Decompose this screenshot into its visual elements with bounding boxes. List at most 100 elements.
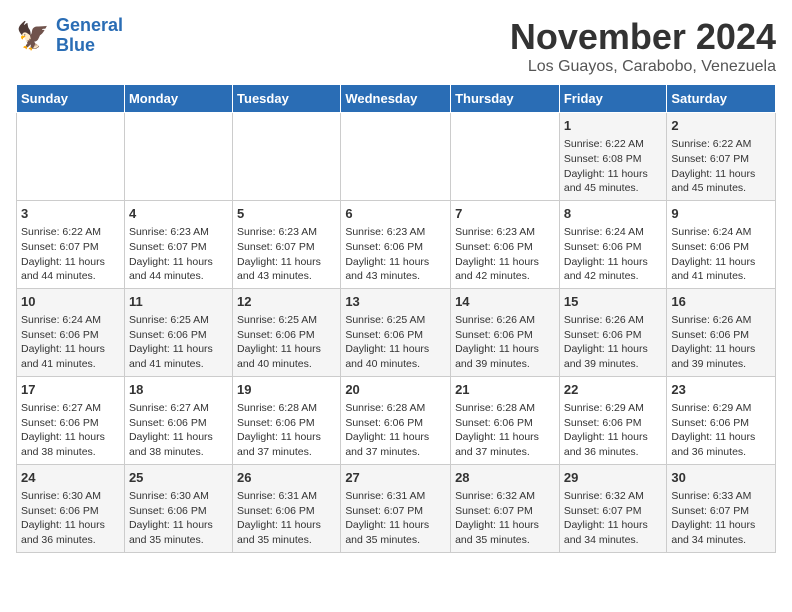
calendar-cell	[341, 113, 451, 201]
calendar-week-4: 17 Sunrise: 6:27 AM Sunset: 6:06 PM Dayli…	[17, 376, 776, 464]
day-number: 12	[237, 293, 336, 311]
day-number: 6	[345, 205, 446, 223]
calendar-cell: 17 Sunrise: 6:27 AM Sunset: 6:06 PM Dayli…	[17, 376, 125, 464]
day-number: 13	[345, 293, 446, 311]
calendar-cell: 2Sunrise: 6:22 AM Sunset: 6:07 PM Daylig…	[667, 113, 776, 201]
day-info: Sunrise: 6:27 AM Sunset: 6:06 PM Dayligh…	[21, 402, 105, 458]
day-number: 21	[455, 381, 555, 399]
day-info: Sunrise: 6:26 AM Sunset: 6:06 PM Dayligh…	[455, 314, 539, 370]
calendar-cell: 27 Sunrise: 6:31 AM Sunset: 6:07 PM Dayli…	[341, 464, 451, 552]
day-number: 11	[129, 293, 228, 311]
day-info: Sunrise: 6:23 AM Sunset: 6:06 PM Dayligh…	[455, 226, 539, 282]
logo-bird-icon: 🦅	[16, 18, 52, 54]
calendar-cell: 18 Sunrise: 6:27 AM Sunset: 6:06 PM Dayli…	[124, 376, 232, 464]
day-info: Sunrise: 6:31 AM Sunset: 6:06 PM Dayligh…	[237, 490, 321, 546]
calendar-cell: 6Sunrise: 6:23 AM Sunset: 6:06 PM Daylig…	[341, 200, 451, 288]
day-number: 17	[21, 381, 120, 399]
day-number: 18	[129, 381, 228, 399]
calendar-cell: 25 Sunrise: 6:30 AM Sunset: 6:06 PM Dayli…	[124, 464, 232, 552]
calendar-cell: 12Sunrise: 6:25 AM Sunset: 6:06 PM Dayli…	[233, 288, 341, 376]
day-number: 3	[21, 205, 120, 223]
calendar-cell: 19Sunrise: 6:28 AM Sunset: 6:06 PM Dayli…	[233, 376, 341, 464]
logo-text: General Blue	[56, 16, 123, 56]
day-info: Sunrise: 6:30 AM Sunset: 6:06 PM Dayligh…	[129, 490, 213, 546]
calendar-cell: 20Sunrise: 6:28 AM Sunset: 6:06 PM Dayli…	[341, 376, 451, 464]
day-number: 7	[455, 205, 555, 223]
day-number: 25	[129, 469, 228, 487]
calendar-week-5: 24 Sunrise: 6:30 AM Sunset: 6:06 PM Dayli…	[17, 464, 776, 552]
day-info: Sunrise: 6:22 AM Sunset: 6:07 PM Dayligh…	[671, 138, 755, 194]
calendar-cell: 28 Sunrise: 6:32 AM Sunset: 6:07 PM Dayli…	[451, 464, 560, 552]
logo-line2: Blue	[56, 35, 95, 55]
day-info: Sunrise: 6:24 AM Sunset: 6:06 PM Dayligh…	[21, 314, 105, 370]
day-info: Sunrise: 6:25 AM Sunset: 6:06 PM Dayligh…	[345, 314, 429, 370]
calendar-title: November 2024	[510, 16, 776, 58]
calendar-cell	[451, 113, 560, 201]
calendar-week-3: 10 Sunrise: 6:24 AM Sunset: 6:06 PM Dayli…	[17, 288, 776, 376]
calendar-body: 1 Sunrise: 6:22 AM Sunset: 6:08 PM Daylig…	[17, 113, 776, 553]
day-info: Sunrise: 6:26 AM Sunset: 6:06 PM Dayligh…	[671, 314, 755, 370]
day-info: Sunrise: 6:24 AM Sunset: 6:06 PM Dayligh…	[564, 226, 648, 282]
calendar-cell: 9 Sunrise: 6:24 AM Sunset: 6:06 PM Daylig…	[667, 200, 776, 288]
day-number: 9	[671, 205, 771, 223]
calendar-cell: 10 Sunrise: 6:24 AM Sunset: 6:06 PM Dayli…	[17, 288, 125, 376]
logo-line1: General	[56, 15, 123, 35]
calendar-week-1: 1 Sunrise: 6:22 AM Sunset: 6:08 PM Daylig…	[17, 113, 776, 201]
calendar-cell: 13 Sunrise: 6:25 AM Sunset: 6:06 PM Dayli…	[341, 288, 451, 376]
day-number: 5	[237, 205, 336, 223]
day-number: 23	[671, 381, 771, 399]
weekday-header-row: SundayMondayTuesdayWednesdayThursdayFrid…	[17, 85, 776, 113]
weekday-header-tuesday: Tuesday	[233, 85, 341, 113]
day-info: Sunrise: 6:25 AM Sunset: 6:06 PM Dayligh…	[129, 314, 213, 370]
day-number: 30	[671, 469, 771, 487]
calendar-cell: 3 Sunrise: 6:22 AM Sunset: 6:07 PM Daylig…	[17, 200, 125, 288]
calendar-cell: 29 Sunrise: 6:32 AM Sunset: 6:07 PM Dayli…	[559, 464, 667, 552]
day-info: Sunrise: 6:29 AM Sunset: 6:06 PM Dayligh…	[671, 402, 755, 458]
calendar-cell: 5 Sunrise: 6:23 AM Sunset: 6:07 PM Daylig…	[233, 200, 341, 288]
calendar-cell: 7 Sunrise: 6:23 AM Sunset: 6:06 PM Daylig…	[451, 200, 560, 288]
day-info: Sunrise: 6:32 AM Sunset: 6:07 PM Dayligh…	[564, 490, 648, 546]
day-info: Sunrise: 6:22 AM Sunset: 6:08 PM Dayligh…	[564, 138, 648, 194]
calendar-cell	[17, 113, 125, 201]
day-info: Sunrise: 6:24 AM Sunset: 6:06 PM Dayligh…	[671, 226, 755, 282]
day-number: 28	[455, 469, 555, 487]
weekday-header-sunday: Sunday	[17, 85, 125, 113]
weekday-header-wednesday: Wednesday	[341, 85, 451, 113]
day-info: Sunrise: 6:28 AM Sunset: 6:06 PM Dayligh…	[455, 402, 539, 458]
calendar-cell: 21 Sunrise: 6:28 AM Sunset: 6:06 PM Dayli…	[451, 376, 560, 464]
calendar-cell: 4Sunrise: 6:23 AM Sunset: 6:07 PM Daylig…	[124, 200, 232, 288]
day-info: Sunrise: 6:29 AM Sunset: 6:06 PM Dayligh…	[564, 402, 648, 458]
day-info: Sunrise: 6:31 AM Sunset: 6:07 PM Dayligh…	[345, 490, 429, 546]
day-number: 15	[564, 293, 663, 311]
page-header: 🦅 General Blue November 2024 Los Guayos,…	[16, 16, 776, 76]
day-info: Sunrise: 6:22 AM Sunset: 6:07 PM Dayligh…	[21, 226, 105, 282]
day-number: 24	[21, 469, 120, 487]
day-number: 1	[564, 117, 663, 135]
day-number: 14	[455, 293, 555, 311]
calendar-cell: 11 Sunrise: 6:25 AM Sunset: 6:06 PM Dayli…	[124, 288, 232, 376]
calendar-cell: 15 Sunrise: 6:26 AM Sunset: 6:06 PM Dayli…	[559, 288, 667, 376]
day-number: 19	[237, 381, 336, 399]
day-info: Sunrise: 6:23 AM Sunset: 6:07 PM Dayligh…	[237, 226, 321, 282]
day-info: Sunrise: 6:28 AM Sunset: 6:06 PM Dayligh…	[345, 402, 429, 458]
day-info: Sunrise: 6:27 AM Sunset: 6:06 PM Dayligh…	[129, 402, 213, 458]
calendar-cell: 1 Sunrise: 6:22 AM Sunset: 6:08 PM Daylig…	[559, 113, 667, 201]
calendar-cell: 22 Sunrise: 6:29 AM Sunset: 6:06 PM Dayli…	[559, 376, 667, 464]
day-number: 26	[237, 469, 336, 487]
day-number: 10	[21, 293, 120, 311]
weekday-header-thursday: Thursday	[451, 85, 560, 113]
day-info: Sunrise: 6:32 AM Sunset: 6:07 PM Dayligh…	[455, 490, 539, 546]
calendar-header: SundayMondayTuesdayWednesdayThursdayFrid…	[17, 85, 776, 113]
day-number: 22	[564, 381, 663, 399]
svg-text:🦅: 🦅	[16, 19, 50, 51]
calendar-cell: 8Sunrise: 6:24 AM Sunset: 6:06 PM Daylig…	[559, 200, 667, 288]
calendar-subtitle: Los Guayos, Carabobo, Venezuela	[510, 58, 776, 76]
day-info: Sunrise: 6:33 AM Sunset: 6:07 PM Dayligh…	[671, 490, 755, 546]
day-number: 27	[345, 469, 446, 487]
day-number: 29	[564, 469, 663, 487]
day-info: Sunrise: 6:26 AM Sunset: 6:06 PM Dayligh…	[564, 314, 648, 370]
weekday-header-monday: Monday	[124, 85, 232, 113]
day-number: 16	[671, 293, 771, 311]
title-block: November 2024 Los Guayos, Carabobo, Vene…	[510, 16, 776, 76]
calendar-cell	[124, 113, 232, 201]
